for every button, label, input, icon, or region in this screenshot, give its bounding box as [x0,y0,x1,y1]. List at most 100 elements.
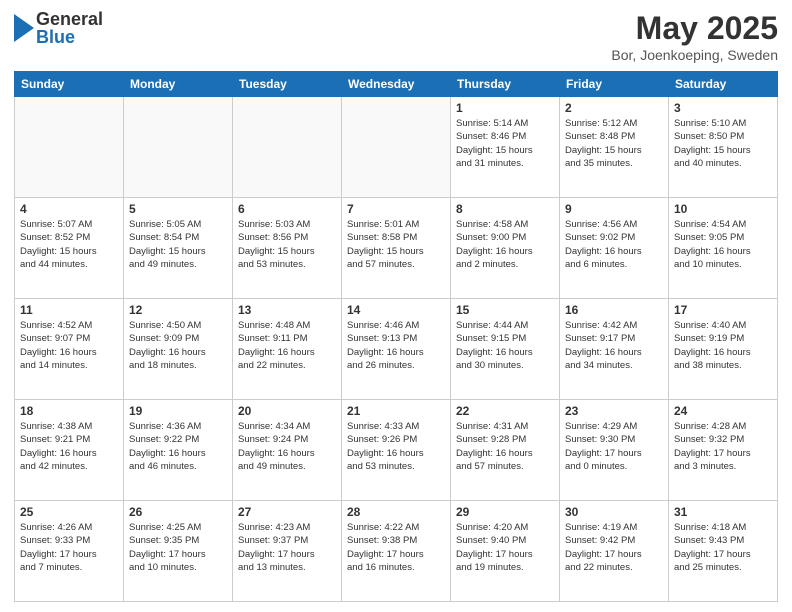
day-info: Sunrise: 4:48 AM Sunset: 9:11 PM Dayligh… [238,319,336,372]
weekday-header-wednesday: Wednesday [342,72,451,97]
calendar-cell: 11Sunrise: 4:52 AM Sunset: 9:07 PM Dayli… [15,299,124,400]
weekday-header-friday: Friday [560,72,669,97]
calendar-cell: 13 Sunrise: 4:48 AM Sunset: 9:11 PM Dayli… [233,299,342,400]
week-row-5: 25 Sunrise: 4:26 AM Sunset: 9:33 PM Dayli… [15,501,778,602]
calendar-cell: 27 Sunrise: 4:23 AM Sunset: 9:37 PM Dayli… [233,501,342,602]
day-info: Sunrise: 4:40 AM Sunset: 9:19 PM Dayligh… [674,319,772,372]
day-info: Sunrise: 5:01 AM Sunset: 8:58 PM Dayligh… [347,218,445,271]
calendar-cell: 15 Sunrise: 4:44 AM Sunset: 9:15 PM Dayli… [451,299,560,400]
calendar-cell: 8 Sunrise: 4:58 AM Sunset: 9:00 PM Daylig… [451,198,560,299]
calendar-cell: 31 Sunrise: 4:18 AM Sunset: 9:43 PM Dayli… [669,501,778,602]
day-number: 10 [674,202,772,216]
day-info: Sunrise: 4:54 AM Sunset: 9:05 PM Dayligh… [674,218,772,271]
day-info: Sunrise: 4:42 AM Sunset: 9:17 PM Dayligh… [565,319,663,372]
calendar-cell [233,97,342,198]
day-number: 9 [565,202,663,216]
header: General Blue May 2025 Bor, Joenkoeping, … [14,10,778,63]
calendar-cell: 30 Sunrise: 4:19 AM Sunset: 9:42 PM Dayli… [560,501,669,602]
day-info: Sunrise: 4:19 AM Sunset: 9:42 PM Dayligh… [565,521,663,574]
day-number: 30 [565,505,663,519]
day-info: Sunrise: 4:33 AM Sunset: 9:26 PM Dayligh… [347,420,445,473]
logo-text: General Blue [36,10,103,46]
calendar-cell: 29Sunrise: 4:20 AM Sunset: 9:40 PM Dayli… [451,501,560,602]
calendar-cell: 26 Sunrise: 4:25 AM Sunset: 9:35 PM Dayli… [124,501,233,602]
calendar-cell: 19Sunrise: 4:36 AM Sunset: 9:22 PM Dayli… [124,400,233,501]
weekday-header-saturday: Saturday [669,72,778,97]
calendar-cell: 17 Sunrise: 4:40 AM Sunset: 9:19 PM Dayli… [669,299,778,400]
day-info: Sunrise: 4:28 AM Sunset: 9:32 PM Dayligh… [674,420,772,473]
day-info: Sunrise: 4:38 AM Sunset: 9:21 PM Dayligh… [20,420,118,473]
day-number: 7 [347,202,445,216]
weekday-header-row: SundayMondayTuesdayWednesdayThursdayFrid… [15,72,778,97]
day-info: Sunrise: 4:18 AM Sunset: 9:43 PM Dayligh… [674,521,772,574]
day-number: 1 [456,101,554,115]
calendar-cell [124,97,233,198]
logo-blue: Blue [36,28,103,46]
day-info: Sunrise: 5:05 AM Sunset: 8:54 PM Dayligh… [129,218,227,271]
weekday-header-tuesday: Tuesday [233,72,342,97]
day-number: 23 [565,404,663,418]
logo-icon [14,14,34,42]
calendar-cell: 24 Sunrise: 4:28 AM Sunset: 9:32 PM Dayli… [669,400,778,501]
weekday-header-monday: Monday [124,72,233,97]
calendar-cell: 21 Sunrise: 4:33 AM Sunset: 9:26 PM Dayli… [342,400,451,501]
day-number: 4 [20,202,118,216]
day-number: 14 [347,303,445,317]
day-number: 2 [565,101,663,115]
day-number: 5 [129,202,227,216]
calendar-cell: 28Sunrise: 4:22 AM Sunset: 9:38 PM Dayli… [342,501,451,602]
week-row-1: 1 Sunrise: 5:14 AM Sunset: 8:46 PM Daylig… [15,97,778,198]
day-info: Sunrise: 5:10 AM Sunset: 8:50 PM Dayligh… [674,117,772,170]
calendar-cell: 22Sunrise: 4:31 AM Sunset: 9:28 PM Dayli… [451,400,560,501]
day-number: 8 [456,202,554,216]
calendar-cell: 1 Sunrise: 5:14 AM Sunset: 8:46 PM Daylig… [451,97,560,198]
day-number: 24 [674,404,772,418]
day-info: Sunrise: 5:03 AM Sunset: 8:56 PM Dayligh… [238,218,336,271]
day-info: Sunrise: 4:34 AM Sunset: 9:24 PM Dayligh… [238,420,336,473]
day-number: 25 [20,505,118,519]
day-number: 31 [674,505,772,519]
calendar-cell: 23Sunrise: 4:29 AM Sunset: 9:30 PM Dayli… [560,400,669,501]
day-info: Sunrise: 4:20 AM Sunset: 9:40 PM Dayligh… [456,521,554,574]
day-number: 27 [238,505,336,519]
day-number: 17 [674,303,772,317]
day-number: 28 [347,505,445,519]
day-number: 13 [238,303,336,317]
day-info: Sunrise: 5:14 AM Sunset: 8:46 PM Dayligh… [456,117,554,170]
calendar-cell: 6 Sunrise: 5:03 AM Sunset: 8:56 PM Daylig… [233,198,342,299]
page: General Blue May 2025 Bor, Joenkoeping, … [0,0,792,612]
weekday-header-thursday: Thursday [451,72,560,97]
week-row-3: 11Sunrise: 4:52 AM Sunset: 9:07 PM Dayli… [15,299,778,400]
calendar-title: May 2025 [611,10,778,47]
logo-general: General [36,10,103,28]
day-number: 6 [238,202,336,216]
day-number: 22 [456,404,554,418]
calendar-cell: 4Sunrise: 5:07 AM Sunset: 8:52 PM Daylig… [15,198,124,299]
day-info: Sunrise: 4:50 AM Sunset: 9:09 PM Dayligh… [129,319,227,372]
day-info: Sunrise: 4:46 AM Sunset: 9:13 PM Dayligh… [347,319,445,372]
day-info: Sunrise: 4:52 AM Sunset: 9:07 PM Dayligh… [20,319,118,372]
day-number: 21 [347,404,445,418]
calendar-table: SundayMondayTuesdayWednesdayThursdayFrid… [14,71,778,602]
day-number: 15 [456,303,554,317]
calendar-cell: 10 Sunrise: 4:54 AM Sunset: 9:05 PM Dayli… [669,198,778,299]
day-info: Sunrise: 4:56 AM Sunset: 9:02 PM Dayligh… [565,218,663,271]
calendar-cell: 16Sunrise: 4:42 AM Sunset: 9:17 PM Dayli… [560,299,669,400]
calendar-cell: 20 Sunrise: 4:34 AM Sunset: 9:24 PM Dayli… [233,400,342,501]
day-info: Sunrise: 4:26 AM Sunset: 9:33 PM Dayligh… [20,521,118,574]
calendar-cell [15,97,124,198]
day-number: 26 [129,505,227,519]
day-info: Sunrise: 4:25 AM Sunset: 9:35 PM Dayligh… [129,521,227,574]
day-info: Sunrise: 4:58 AM Sunset: 9:00 PM Dayligh… [456,218,554,271]
day-info: Sunrise: 5:12 AM Sunset: 8:48 PM Dayligh… [565,117,663,170]
day-number: 19 [129,404,227,418]
week-row-2: 4Sunrise: 5:07 AM Sunset: 8:52 PM Daylig… [15,198,778,299]
calendar-cell: 25 Sunrise: 4:26 AM Sunset: 9:33 PM Dayli… [15,501,124,602]
title-block: May 2025 Bor, Joenkoeping, Sweden [611,10,778,63]
day-number: 20 [238,404,336,418]
day-info: Sunrise: 4:44 AM Sunset: 9:15 PM Dayligh… [456,319,554,372]
week-row-4: 18Sunrise: 4:38 AM Sunset: 9:21 PM Dayli… [15,400,778,501]
day-info: Sunrise: 4:23 AM Sunset: 9:37 PM Dayligh… [238,521,336,574]
calendar-subtitle: Bor, Joenkoeping, Sweden [611,47,778,63]
calendar-cell: 7 Sunrise: 5:01 AM Sunset: 8:58 PM Daylig… [342,198,451,299]
